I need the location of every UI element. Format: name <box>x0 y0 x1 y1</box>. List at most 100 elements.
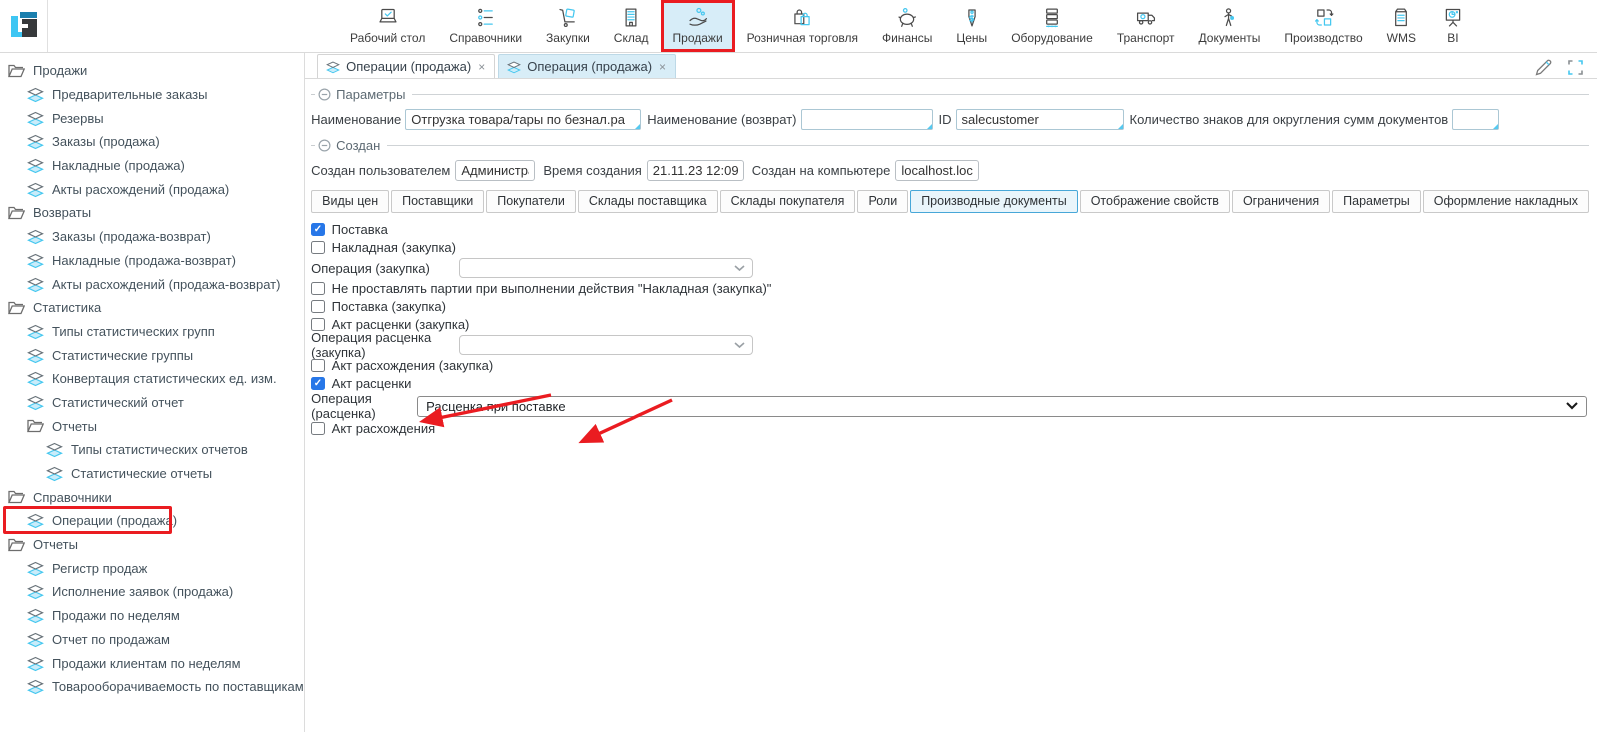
toolbar-item-directories[interactable]: Справочники <box>437 0 534 52</box>
sidebar-item-predvaritelnye-zakazy[interactable]: Предварительные заказы <box>0 83 304 107</box>
tab-sklady-postavshchika[interactable]: Склады поставщика <box>578 190 718 213</box>
tab-postavshchiki[interactable]: Поставщики <box>391 190 484 213</box>
tab-sklady-pokupatelya[interactable]: Склады покупателя <box>720 190 856 213</box>
toolbar-item-purchases[interactable]: Закупки <box>534 0 602 52</box>
sidebar-folder-spravochniki[interactable]: Справочники <box>0 485 304 509</box>
sidebar-item-rezervy[interactable]: Резервы <box>0 106 304 130</box>
sidebar-item-label: Продажи по неделям <box>52 608 180 623</box>
tab-pokupateli[interactable]: Покупатели <box>486 190 576 213</box>
created-computer-input[interactable] <box>895 160 979 181</box>
operaciya-rascenka-select[interactable]: Расценка при поставке <box>417 396 1587 417</box>
sidebar-item-zakazy-prodazha[interactable]: Заказы (продажа) <box>0 130 304 154</box>
nakladnaya-zakupka-checkbox[interactable] <box>311 241 325 255</box>
tab-operaciya-prodazha[interactable]: Операция (продажа) × <box>498 54 676 78</box>
edit-pencil-icon[interactable] <box>1534 58 1553 77</box>
sidebar-item-akty-rashozhdenij-prodazha[interactable]: Акты расхождений (продажа) <box>0 177 304 201</box>
toolbar-item-sales[interactable]: Продажи <box>661 0 735 52</box>
operaciya-zakupka-label: Операция (закупка) <box>311 261 459 276</box>
production-cycle-icon <box>1311 6 1337 29</box>
tab-proizvodnye-dokumenty[interactable]: Производные документы <box>910 190 1078 213</box>
app-logo[interactable] <box>0 0 48 52</box>
layers-icon <box>27 323 44 340</box>
created-group-title: Создан <box>336 138 380 153</box>
sidebar-item-otchet-po-prodazham[interactable]: Отчет по продажам <box>0 628 304 652</box>
divider <box>311 145 315 146</box>
checkbox-row-akt-rascenki-zakupka: Акт расценки (закупка) <box>311 316 1589 333</box>
sidebar-folder-vozvraty[interactable]: Возвраты <box>0 201 304 225</box>
tab-ogranicheniya[interactable]: Ограничения <box>1232 190 1330 213</box>
document-icon <box>1388 6 1414 29</box>
checkbox-row-akt-rashozhdeniya: Акт расхождения <box>311 420 1589 437</box>
toolbar-item-bi[interactable]: BI <box>1428 0 1478 52</box>
toolbar-item-documents[interactable]: Документы <box>1187 0 1273 52</box>
layers-icon <box>27 394 44 411</box>
created-by-input[interactable] <box>455 160 535 181</box>
sidebar-folder-otchety-stat[interactable]: Отчеты <box>0 414 304 438</box>
akt-rashozhdeniya-zakupka-checkbox[interactable] <box>311 359 325 373</box>
tab-parametry[interactable]: Параметры <box>1332 190 1421 213</box>
tab-vidy-cen[interactable]: Виды цен <box>311 190 389 213</box>
tab-close-icon[interactable]: × <box>659 60 666 74</box>
toolbar-item-production[interactable]: Производство <box>1272 0 1374 52</box>
sidebar-item-tipy-statgrupp[interactable]: Типы статистических групп <box>0 320 304 344</box>
toolbar-item-label: BI <box>1447 31 1458 45</box>
sidebar-item-nakladnye-prodazha[interactable]: Накладные (продажа) <box>0 154 304 178</box>
toolbar-item-desktop[interactable]: Рабочий стол <box>338 0 437 52</box>
expand-fullscreen-icon[interactable] <box>1568 60 1583 75</box>
sidebar-item-operacii-prodazha[interactable]: Операции (продажа) <box>0 509 304 533</box>
postavka-zakupka-checkbox[interactable] <box>311 300 325 314</box>
return-name-label: Наименование (возврат) <box>647 112 796 127</box>
id-input[interactable] <box>956 109 1124 130</box>
toolbar-item-warehouse[interactable]: Склад <box>602 0 661 52</box>
checkbox-row-ne-prostavlyat: Не проставлять партии при выполнении дей… <box>311 280 1589 297</box>
tab-oformlenie-nakladnyh[interactable]: Оформление накладных <box>1423 190 1589 213</box>
toolbar-item-wms[interactable]: WMS <box>1375 0 1428 52</box>
toolbar-item-equipment[interactable]: Оборудование <box>999 0 1105 52</box>
params-group-header: Параметры <box>311 86 1589 102</box>
checkbox-row-akt-rascenki: Акт расценки <box>311 375 1589 392</box>
presentation-chart-icon <box>1440 6 1466 29</box>
sidebar-item-prodazhi-klientam[interactable]: Продажи клиентам по неделям <box>0 651 304 675</box>
sidebar-item-label: Статистические группы <box>52 348 193 363</box>
sidebar-item-statgruppy[interactable]: Статистические группы <box>0 343 304 367</box>
akt-rashozhdeniya-checkbox[interactable] <box>311 422 325 436</box>
sidebar-item-akty-rashozhdenij-vozvrat[interactable]: Акты расхождений (продажа-возврат) <box>0 272 304 296</box>
toolbar-item-prices[interactable]: Цены <box>944 0 999 52</box>
tab-roli[interactable]: Роли <box>857 190 908 213</box>
ne-prostavlyat-checkbox[interactable] <box>311 282 325 296</box>
sidebar-folder-prodazhi[interactable]: Продажи <box>0 59 304 83</box>
tab-close-icon[interactable]: × <box>478 60 485 74</box>
sidebar-item-ispolnenie-zayavok[interactable]: Исполнение заявок (продажа) <box>0 580 304 604</box>
sidebar-item-tipy-statotchetov[interactable]: Типы статистических отчетов <box>0 438 304 462</box>
postavka-checkbox[interactable] <box>311 223 325 237</box>
operaciya-rascenka-row: Операция (расценка) Расценка при поставк… <box>311 395 1589 417</box>
toolbar-item-finance[interactable]: Финансы <box>870 0 944 52</box>
sidebar-item-registr-prodazh[interactable]: Регистр продаж <box>0 556 304 580</box>
sidebar-item-zakazy-vozvrat[interactable]: Заказы (продажа-возврат) <box>0 225 304 249</box>
operaciya-rascenka-zakupka-dropdown[interactable] <box>459 335 753 355</box>
checkbox-label: Поставка <box>332 222 388 237</box>
checkbox-row-nakladnaya-zakupka: Накладная (закупка) <box>311 239 1589 256</box>
toolbar-item-retail[interactable]: Розничная торговля <box>735 0 870 52</box>
tab-otobrazhenie-svojstv[interactable]: Отображение свойств <box>1080 190 1230 213</box>
sidebar-item-statotchet[interactable]: Статистический отчет <box>0 391 304 415</box>
sidebar-item-konvertaciya-ed-izm[interactable]: Конвертация статистических ед. изм. <box>0 367 304 391</box>
akt-rascenki-checkbox[interactable] <box>311 377 325 391</box>
return-name-input[interactable] <box>801 109 933 130</box>
collapse-icon[interactable] <box>318 88 331 101</box>
tab-operacii-prodazha[interactable]: Операции (продажа) × <box>317 54 495 78</box>
created-group-header: Создан <box>311 137 1589 153</box>
sidebar-item-nakladnye-vozvrat[interactable]: Накладные (продажа-возврат) <box>0 249 304 273</box>
name-input[interactable] <box>405 109 641 130</box>
collapse-icon[interactable] <box>318 139 331 152</box>
rounding-digits-input[interactable] <box>1452 109 1499 130</box>
sidebar-folder-otchety[interactable]: Отчеты <box>0 533 304 557</box>
sidebar-item-label: Акты расхождений (продажа-возврат) <box>52 277 280 292</box>
toolbar-item-transport[interactable]: Транспорт <box>1105 0 1187 52</box>
sidebar-item-prodazhi-po-nedelyam[interactable]: Продажи по неделям <box>0 604 304 628</box>
created-time-input[interactable] <box>647 160 744 181</box>
sidebar-item-statotchety[interactable]: Статистические отчеты <box>0 462 304 486</box>
sidebar-item-tovarooborachivaemost[interactable]: Товарооборачиваемость по поставщикам <box>0 675 304 699</box>
operaciya-zakupka-dropdown[interactable] <box>459 258 753 278</box>
sidebar-folder-statistika[interactable]: Статистика <box>0 296 304 320</box>
